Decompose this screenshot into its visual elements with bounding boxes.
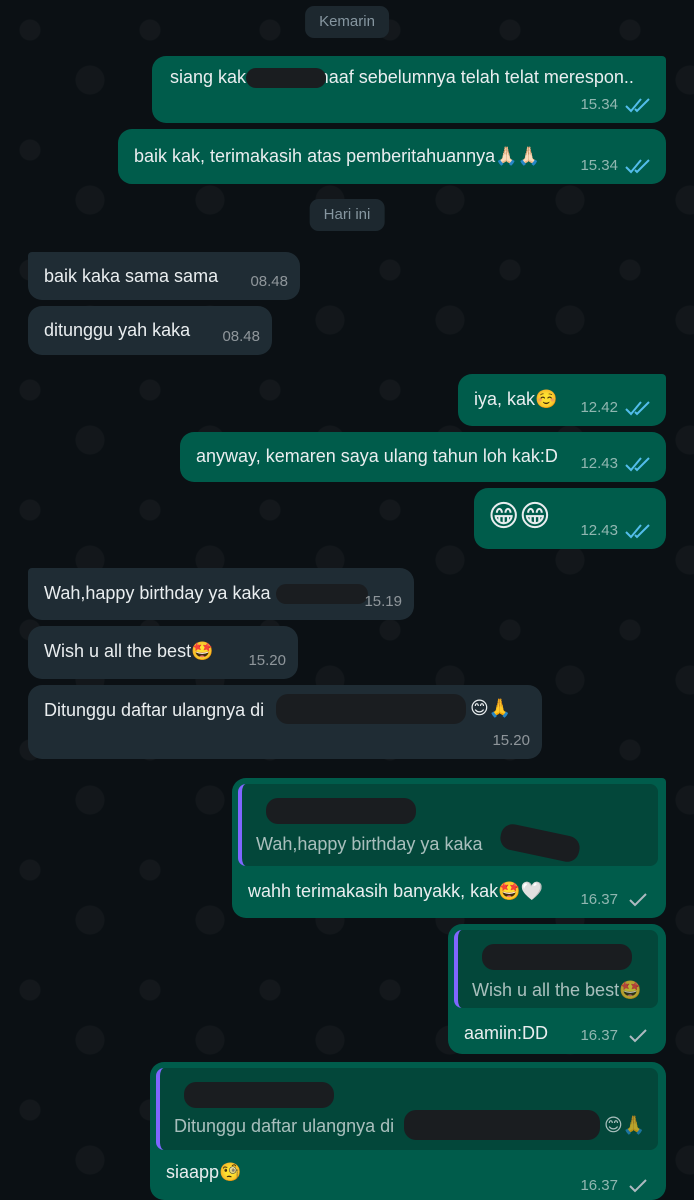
redacted-name bbox=[246, 68, 326, 88]
message-meta: 15.34 bbox=[580, 154, 654, 178]
message-outgoing[interactable]: anyway, kemaren saya ulang tahun loh kak… bbox=[180, 432, 666, 482]
message-text: ditunggu yah kaka bbox=[44, 320, 191, 340]
message-meta: 15.19 bbox=[364, 590, 402, 614]
message-time: 08.48 bbox=[250, 273, 288, 290]
quoted-text: Wish u all the best🤩 bbox=[472, 980, 642, 1000]
message-time: 16.37 bbox=[580, 891, 618, 908]
message-incoming[interactable]: ditunggu yah kaka 08.48 bbox=[28, 306, 272, 355]
date-chip-yesterday: Kemarin bbox=[305, 6, 389, 38]
message-time: 12.43 bbox=[580, 522, 618, 539]
redacted-sender bbox=[266, 798, 416, 824]
quoted-emoji: 😊🙏 bbox=[604, 1115, 646, 1136]
message-meta: 16.37 bbox=[580, 1174, 654, 1198]
message-incoming[interactable]: Wish u all the best🤩 15.20 bbox=[28, 626, 298, 679]
message-text: Ditunggu daftar ulangnya di bbox=[44, 700, 265, 720]
redacted-text bbox=[276, 694, 466, 724]
message-text: iya, kak☺️ bbox=[474, 389, 558, 409]
message-meta: 08.48 bbox=[222, 325, 260, 349]
chat-thread[interactable]: Kemarin siang kak maaf sebelumnya telah … bbox=[0, 0, 694, 1200]
message-text: baik kaka sama sama bbox=[44, 266, 219, 286]
message-text: wahh terimakasih banyakk, kak🤩🤍 bbox=[248, 881, 543, 901]
quoted-message[interactable]: Wah,happy birthday ya kaka bbox=[238, 784, 658, 866]
message-time: 08.48 bbox=[222, 328, 260, 345]
message-time: 15.34 bbox=[580, 157, 618, 174]
read-ticks-icon bbox=[624, 455, 654, 473]
message-text: Wah,happy birthday ya kaka bbox=[44, 583, 271, 603]
message-meta: 16.37 bbox=[580, 1024, 654, 1048]
quoted-message[interactable]: Wish u all the best🤩 bbox=[454, 930, 658, 1008]
message-incoming[interactable]: Wah,happy birthday ya kaka 15.19 bbox=[28, 568, 414, 620]
message-outgoing-reply[interactable]: Wish u all the best🤩 aamiin:DD 16.37 bbox=[448, 924, 666, 1054]
read-ticks-icon bbox=[624, 522, 654, 540]
message-time: 15.34 bbox=[580, 96, 618, 113]
message-text: 😁😁 bbox=[488, 499, 551, 534]
read-ticks-icon bbox=[624, 399, 654, 417]
message-text: baik kak, terimakasih atas pemberitahuan… bbox=[134, 146, 541, 166]
quoted-text: Ditunggu daftar ulangnya di bbox=[174, 1116, 395, 1136]
message-incoming[interactable]: Ditunggu daftar ulangnya di 😊🙏 15.20 bbox=[28, 685, 542, 759]
message-text: anyway, kemaren saya ulang tahun loh kak… bbox=[196, 446, 558, 466]
message-time: 16.37 bbox=[580, 1027, 618, 1044]
read-ticks-icon bbox=[624, 96, 654, 114]
redacted-text bbox=[498, 821, 582, 865]
redacted-text bbox=[404, 1110, 600, 1140]
message-incoming[interactable]: baik kaka sama sama 08.48 bbox=[28, 252, 300, 300]
sent-tick-icon bbox=[624, 1027, 654, 1045]
message-meta: 15.20 bbox=[248, 649, 286, 673]
message-outgoing[interactable]: iya, kak☺️ 12.42 bbox=[458, 374, 666, 426]
message-outgoing[interactable]: baik kak, terimakasih atas pemberitahuan… bbox=[118, 129, 666, 184]
message-outgoing-reply[interactable]: Ditunggu daftar ulangnya di 😊🙏 siaapp🧐 1… bbox=[150, 1062, 666, 1200]
message-time: 12.43 bbox=[580, 455, 618, 472]
message-outgoing-reply[interactable]: Wah,happy birthday ya kaka wahh terimaka… bbox=[232, 778, 666, 918]
message-time: 15.20 bbox=[492, 732, 530, 749]
redacted-sender bbox=[184, 1082, 334, 1108]
message-meta: 15.20 bbox=[492, 729, 530, 753]
message-meta: 15.34 bbox=[580, 93, 654, 117]
message-time: 15.19 bbox=[364, 593, 402, 610]
message-outgoing[interactable]: siang kak maaf sebelumnya telah telat me… bbox=[152, 56, 666, 123]
message-outgoing[interactable]: 😁😁 12.43 bbox=[474, 488, 666, 549]
message-time: 12.42 bbox=[580, 399, 618, 416]
quoted-message[interactable]: Ditunggu daftar ulangnya di 😊🙏 bbox=[156, 1068, 658, 1150]
message-meta: 12.42 bbox=[580, 396, 654, 420]
message-time: 15.20 bbox=[248, 652, 286, 669]
sent-tick-icon bbox=[624, 1177, 654, 1195]
message-text: siang kak maaf sebelumnya telah telat me… bbox=[170, 67, 634, 87]
message-text: Wish u all the best🤩 bbox=[44, 641, 214, 661]
redacted-sender bbox=[482, 944, 632, 970]
message-meta: 16.37 bbox=[580, 888, 654, 912]
redacted-text bbox=[276, 584, 368, 604]
sent-tick-icon bbox=[624, 891, 654, 909]
message-text: siaapp🧐 bbox=[166, 1162, 242, 1182]
message-text: aamiin:DD bbox=[464, 1023, 549, 1043]
message-time: 16.37 bbox=[580, 1177, 618, 1194]
date-chip-today: Hari ini bbox=[309, 199, 385, 231]
message-meta: 12.43 bbox=[580, 519, 654, 543]
message-meta: 12.43 bbox=[580, 452, 654, 476]
message-meta: 08.48 bbox=[250, 270, 288, 294]
read-ticks-icon bbox=[624, 157, 654, 175]
quoted-text: Wah,happy birthday ya kaka bbox=[256, 834, 483, 854]
message-emoji: 😊🙏 bbox=[470, 698, 512, 719]
